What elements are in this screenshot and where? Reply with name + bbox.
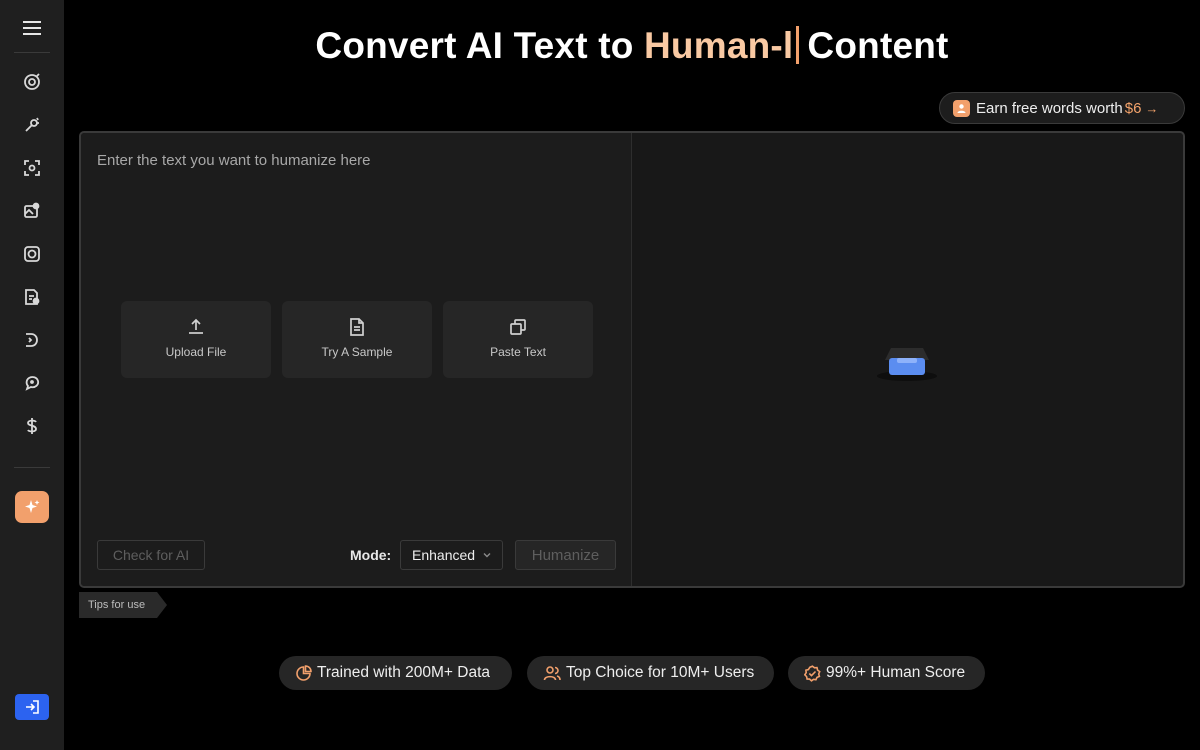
sidebar	[0, 0, 64, 750]
upload-file-button[interactable]: Upload File	[121, 301, 271, 378]
image-gallery-icon[interactable]	[16, 195, 48, 227]
menu-icon[interactable]	[16, 14, 48, 42]
copy-icon	[510, 319, 526, 335]
pie-chart-icon	[295, 664, 312, 682]
check-for-ai-button[interactable]: Check for AI	[97, 540, 205, 570]
earn-free-words-button[interactable]: Earn free words worth $6 →	[939, 92, 1185, 124]
try-sample-label: Try A Sample	[321, 345, 393, 359]
tips-for-use-tab[interactable]: Tips for use	[79, 592, 167, 618]
page-title: Convert AI Text to Human-l Content	[64, 25, 1200, 67]
earn-label: Earn free words worth	[976, 99, 1123, 117]
camera-lens-icon[interactable]	[16, 238, 48, 270]
empty-box-icon	[877, 348, 937, 381]
badge-trained-label: Trained with 200M+ Data	[317, 664, 491, 681]
humanizer-editor: Enter the text you want to humanize here…	[79, 131, 1185, 588]
upload-file-label: Upload File	[165, 345, 227, 359]
typing-caret	[796, 26, 800, 64]
login-icon	[26, 700, 39, 714]
sidebar-divider	[14, 467, 50, 468]
badge-trained-data: Trained with 200M+ Data	[279, 656, 512, 690]
document-tool-icon[interactable]	[16, 281, 48, 313]
input-pane[interactable]: Enter the text you want to humanize here…	[81, 133, 632, 586]
users-icon	[543, 665, 561, 682]
image-edit-icon[interactable]	[16, 109, 48, 141]
ai-detector-icon[interactable]	[16, 66, 48, 98]
chat-bubble-icon[interactable]	[16, 367, 48, 399]
login-button[interactable]	[15, 694, 49, 720]
ai-assistant-button[interactable]	[15, 491, 49, 523]
document-icon	[350, 318, 364, 336]
dollar-icon[interactable]	[16, 410, 48, 442]
mode-label: Mode:	[350, 547, 392, 563]
mode-value: Enhanced	[412, 547, 476, 563]
badge-top-choice-label: Top Choice for 10M+ Users	[566, 664, 755, 681]
try-sample-button[interactable]: Try A Sample	[282, 301, 432, 378]
verified-icon	[804, 664, 821, 682]
chevron-down-icon	[483, 553, 491, 558]
focus-scan-icon[interactable]	[16, 152, 48, 184]
paste-text-button[interactable]: Paste Text	[443, 301, 593, 378]
earn-amount: $6	[1124, 99, 1142, 117]
paste-text-label: Paste Text	[490, 345, 546, 359]
badge-top-choice: Top Choice for 10M+ Users	[527, 656, 774, 690]
sparkle-icon	[25, 500, 40, 513]
badge-human-score: 99%+ Human Score	[788, 656, 985, 690]
gift-icon	[953, 99, 970, 117]
upload-icon	[189, 318, 203, 334]
arrow-right-icon: →	[1145, 100, 1159, 116]
audio-icon[interactable]	[16, 324, 48, 356]
sidebar-divider	[14, 52, 50, 53]
badge-human-score-label: 99%+ Human Score	[826, 664, 966, 681]
input-placeholder[interactable]: Enter the text you want to humanize here	[97, 152, 371, 169]
title-prefix: Convert AI Text to	[315, 25, 645, 66]
humanize-button[interactable]: Humanize	[515, 540, 616, 570]
title-accent: Human-l	[644, 25, 794, 66]
mode-select[interactable]: Enhanced	[400, 540, 503, 570]
output-pane	[632, 133, 1183, 586]
title-suffix: Content	[807, 25, 949, 66]
